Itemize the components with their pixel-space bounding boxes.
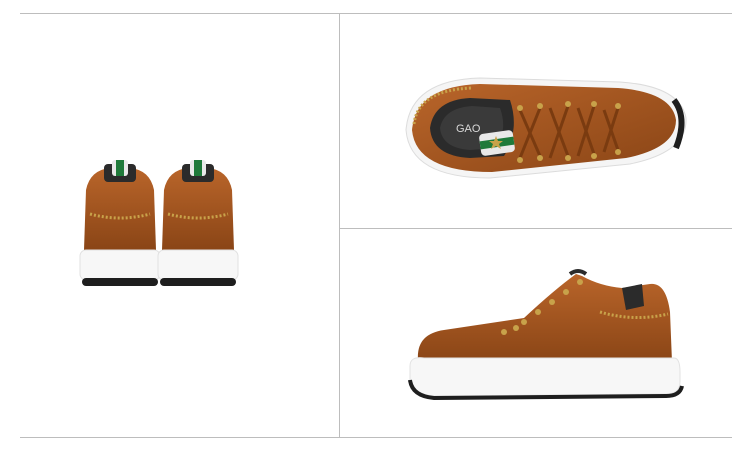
vertical-divider [339,13,340,437]
left-shoe-rear [79,160,161,286]
right-shoe-rear [157,160,239,286]
insole-brand-text: GAO [456,123,481,135]
top-view-photo: GAO [400,60,700,190]
side-view-photo [404,262,694,412]
horizontal-divider [340,228,732,229]
top-rule [20,13,732,14]
bottom-rule [20,437,732,438]
rear-view-photo [60,150,260,305]
